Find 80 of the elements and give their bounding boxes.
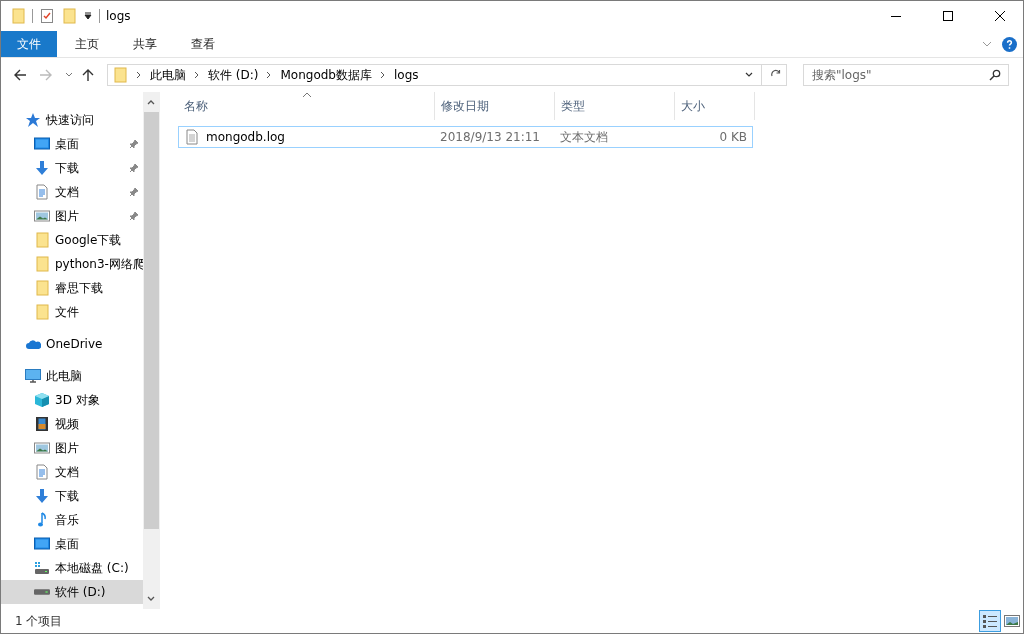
nav-item[interactable]: 3D 对象 (1, 388, 143, 412)
nav-item[interactable]: 音乐 (1, 508, 143, 532)
breadcrumb[interactable]: logs (393, 68, 419, 82)
window-title: logs (106, 9, 131, 23)
search-field[interactable]: 搜索"logs" (803, 64, 1009, 86)
nav-item[interactable]: 文件 (1, 300, 143, 324)
expand-ribbon-icon[interactable] (982, 41, 992, 47)
nav-item[interactable]: 软件 (D:) (1, 580, 143, 604)
breadcrumb[interactable]: 软件 (D:) (208, 66, 259, 84)
nav-item[interactable]: 本地磁盘 (C:) (1, 556, 143, 580)
nav-item[interactable]: 图片 (1, 436, 143, 460)
breadcrumb[interactable]: Mongodb数据库 (280, 66, 372, 84)
chevron-icon[interactable] (136, 71, 142, 79)
nav-item[interactable]: Google下载 (1, 228, 143, 252)
picture-icon (34, 440, 50, 456)
column-header[interactable]: 大小 (675, 92, 755, 120)
item-count: 1 个项目 (15, 612, 63, 630)
nav-item[interactable]: 文档 (1, 460, 143, 484)
folder-icon (34, 304, 50, 320)
nav-item[interactable]: 此电脑 (1, 364, 143, 388)
table-cell: mongodb.log (206, 130, 285, 144)
folder-icon (34, 256, 50, 272)
recent-dropdown-icon[interactable] (65, 72, 73, 78)
nav-item[interactable]: 视频 (1, 412, 143, 436)
folder-icon (34, 232, 50, 248)
nav-item[interactable]: 下载 (1, 156, 143, 180)
picture-icon (34, 208, 50, 224)
nav-item[interactable]: 桌面 (1, 532, 143, 556)
nav-item[interactable]: 文档 (1, 180, 143, 204)
table-cell: 文本文档 (559, 128, 608, 146)
nav-item[interactable]: 图片 (1, 204, 143, 228)
nav-item[interactable]: 快速访问 (1, 108, 143, 132)
chevron-icon[interactable] (266, 71, 273, 79)
properties-icon[interactable] (39, 8, 55, 24)
desktop-icon (34, 536, 50, 552)
scrollbar[interactable] (143, 92, 159, 609)
chevron-icon[interactable] (194, 71, 200, 79)
folder-icon (112, 67, 128, 83)
dropdown-icon[interactable] (83, 11, 93, 21)
scroll-down-icon[interactable] (147, 596, 155, 602)
search-icon (989, 69, 1001, 81)
nav-item[interactable]: 睿思下载 (1, 276, 143, 300)
minimize-icon (890, 15, 902, 17)
up-arrow-icon[interactable] (81, 68, 95, 82)
dropdown-icon[interactable] (745, 72, 753, 78)
address-bar[interactable]: 此电脑 软件 (D:) Mongodb数据库 logs (107, 64, 787, 86)
document-icon (34, 464, 50, 480)
download-icon (34, 488, 50, 504)
column-header[interactable]: 名称 (178, 92, 435, 120)
scrollbar-thumb[interactable] (143, 112, 159, 529)
folder-icon (34, 280, 50, 296)
table-cell: 2018/9/13 21:11 (440, 130, 540, 144)
close-icon (994, 10, 1006, 22)
ribbon-tab[interactable]: 主页 (59, 31, 115, 57)
ribbon-tab[interactable]: 文件 (1, 31, 57, 57)
column-header[interactable]: 类型 (555, 92, 675, 120)
column-header[interactable]: 修改日期 (435, 92, 555, 120)
ribbon-tab[interactable]: 查看 (175, 31, 231, 57)
chevron-icon[interactable] (379, 71, 386, 79)
table-cell: 0 KB (719, 130, 747, 144)
help-icon[interactable] (1002, 36, 1017, 52)
file-row[interactable]: mongodb.log 2018/9/13 21:11 文本文档 0 KB (178, 126, 753, 148)
drive-icon (34, 560, 50, 576)
breadcrumb[interactable]: 此电脑 (150, 66, 186, 84)
desktop-icon (34, 136, 50, 152)
film-icon (34, 416, 50, 432)
download-icon (34, 160, 50, 176)
cube-icon (34, 392, 50, 408)
star-icon (25, 112, 41, 128)
scroll-up-icon[interactable] (147, 99, 155, 105)
back-arrow-icon[interactable] (13, 68, 27, 82)
maximize-icon (942, 10, 954, 22)
text-file-icon (184, 129, 200, 145)
nav-item[interactable]: 桌面 (1, 132, 143, 156)
nav-item[interactable]: OneDrive (1, 332, 143, 356)
computer-icon (25, 368, 41, 384)
nav-item[interactable]: 下载 (1, 484, 143, 508)
details-view-button[interactable] (979, 610, 1001, 632)
document-icon (34, 184, 50, 200)
ribbon-tab[interactable]: 共享 (117, 31, 173, 57)
